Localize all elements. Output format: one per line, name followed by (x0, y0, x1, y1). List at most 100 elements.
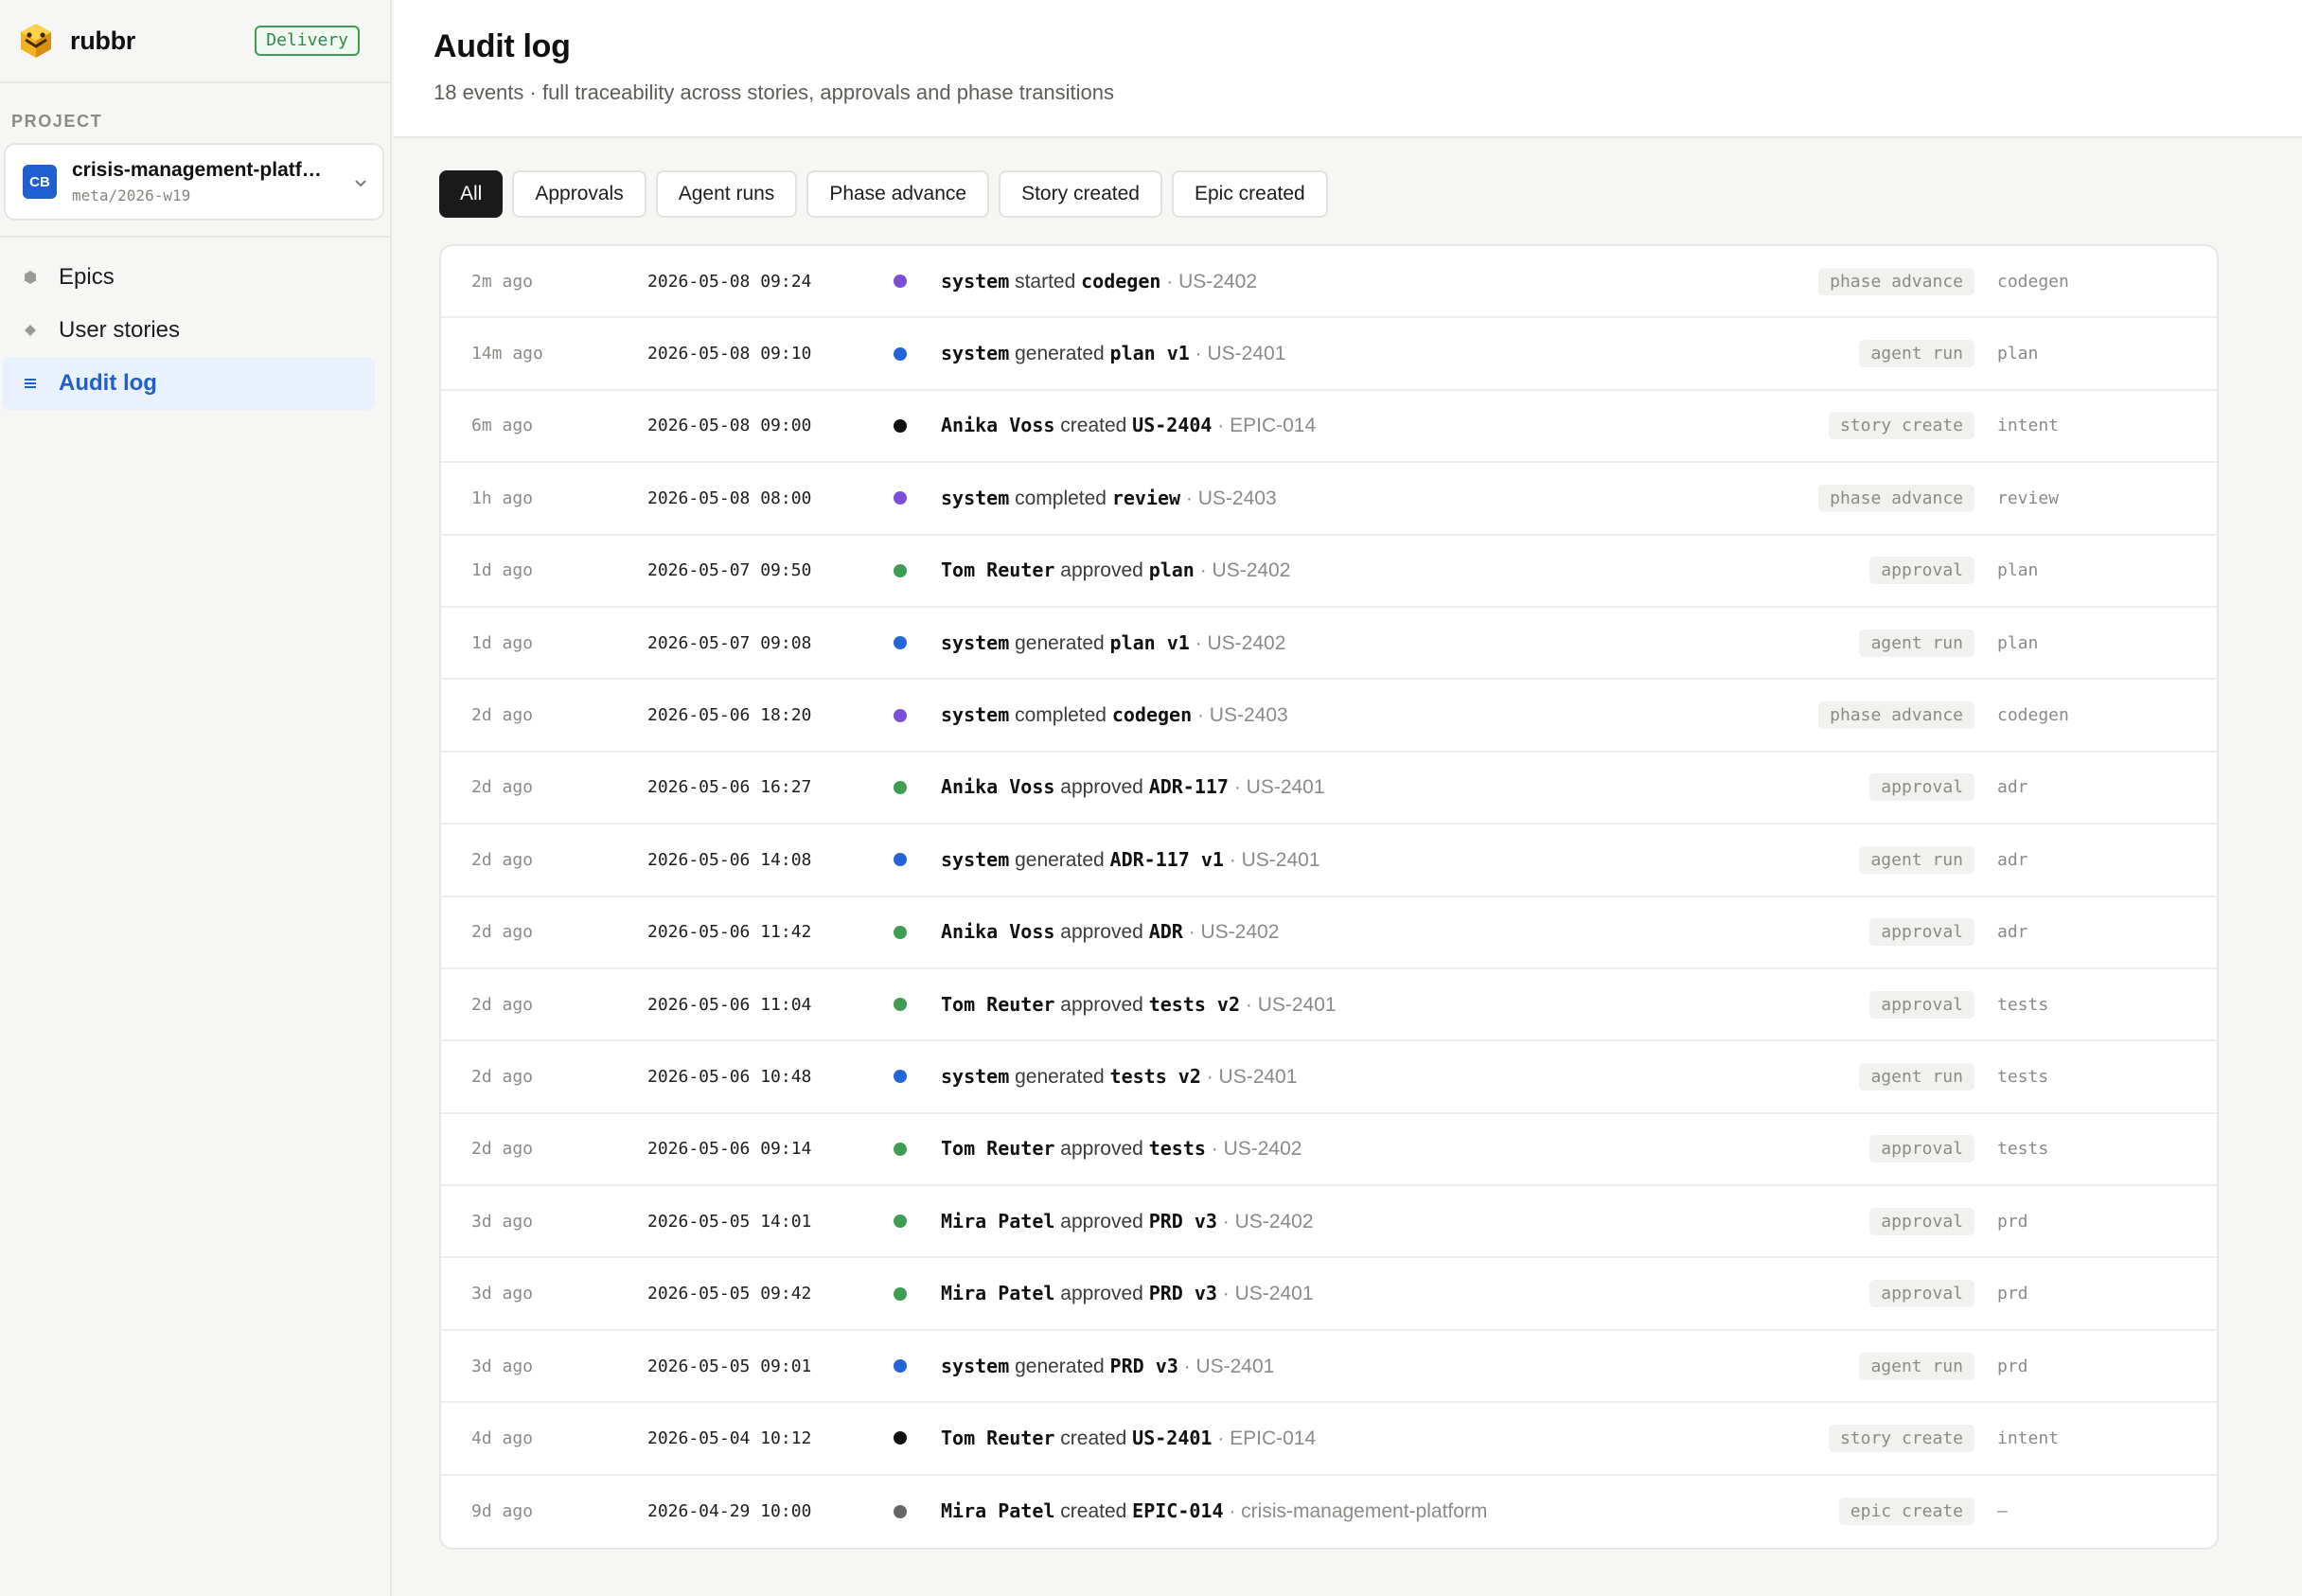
event-separator: · (1189, 631, 1208, 654)
event-object: EPIC-014 (1132, 1499, 1224, 1523)
event-reference[interactable]: US-2402 (1235, 1211, 1314, 1232)
event-reference[interactable]: US-2401 (1219, 1066, 1298, 1088)
filter-approvals[interactable]: Approvals (512, 170, 646, 218)
table-row[interactable]: 3d ago 2026-05-05 09:01 system generated P… (441, 1331, 2217, 1404)
relative-time: 4d ago (471, 1428, 534, 1448)
brand-name: rubbr (70, 26, 135, 55)
event-verb: generated (1015, 1065, 1105, 1088)
event-reference[interactable]: EPIC-014 (1230, 415, 1316, 436)
event-type-tag: approval (1869, 918, 1974, 947)
event-reference[interactable]: US-2402 (1208, 632, 1286, 654)
sidebar-item-epics[interactable]: Epics (2, 251, 375, 304)
event-kind-dot-icon (894, 636, 907, 650)
event-reference[interactable]: US-2402 (1178, 271, 1257, 293)
event-reference[interactable]: US-2401 (1258, 994, 1337, 1016)
event-actor: system (941, 342, 1010, 365)
event-reference[interactable]: US-2403 (1210, 704, 1288, 726)
event-separator: · (1223, 1500, 1242, 1523)
sidebar-nav: Epics User stories Audit log (0, 238, 390, 410)
event-verb: approved (1060, 559, 1143, 582)
event-actor: Tom Reuter (941, 1426, 1055, 1449)
filter-phase-advance[interactable]: Phase advance (806, 170, 990, 218)
table-row[interactable]: 2d ago 2026-05-06 16:27 Anika Voss approve… (441, 753, 2217, 825)
event-object: plan v1 (1109, 342, 1190, 365)
filter-agent-runs[interactable]: Agent runs (655, 170, 798, 218)
event-verb: approved (1060, 776, 1143, 799)
event-reference[interactable]: EPIC-014 (1230, 1428, 1316, 1449)
filter-epic-created[interactable]: Epic created (1172, 170, 1328, 218)
relative-time: 3d ago (471, 1284, 534, 1304)
event-kind-dot-icon (894, 780, 907, 794)
mode-badge: Delivery (255, 26, 360, 56)
rubbr-logo-icon[interactable] (15, 20, 57, 62)
table-row[interactable]: 2d ago 2026-05-06 11:42 Anika Voss approve… (441, 897, 2217, 969)
event-message: Mira Patel approved PRD v3 · US-2402 (941, 1210, 1314, 1233)
project-selector[interactable]: CB crisis-management-platf… meta/2026-w1… (4, 143, 384, 221)
event-reference[interactable]: US-2402 (1224, 1138, 1302, 1160)
table-row[interactable]: 3d ago 2026-05-05 14:01 Mira Patel approve… (441, 1186, 2217, 1259)
event-verb: generated (1015, 631, 1105, 654)
event-object: PRD v3 (1148, 1209, 1217, 1232)
event-object: tests v2 (1109, 1064, 1201, 1088)
event-phase: tests (1997, 1139, 2049, 1160)
table-row[interactable]: 2d ago 2026-05-06 09:14 Tom Reuter approve… (441, 1114, 2217, 1187)
event-message: Tom Reuter created US-2401 · EPIC-014 (941, 1427, 1316, 1450)
event-type-tag: approval (1869, 1207, 1974, 1235)
event-message: Tom Reuter approved plan · US-2402 (941, 559, 1290, 582)
relative-time: 3d ago (471, 1211, 534, 1232)
event-reference[interactable]: US-2401 (1208, 343, 1286, 364)
event-phase: codegen (1997, 271, 2069, 292)
event-phase: prd (1997, 1211, 2028, 1232)
event-verb: created (1060, 415, 1127, 437)
table-row[interactable]: 2d ago 2026-05-06 14:08 system generated A… (441, 825, 2217, 897)
event-type-tag: approval (1869, 557, 1974, 585)
event-reference[interactable]: crisis-management-platform (1241, 1500, 1487, 1522)
timestamp: 2026-05-06 18:20 (647, 705, 812, 726)
event-verb: created (1060, 1500, 1127, 1523)
event-reference[interactable]: US-2401 (1195, 1356, 1274, 1377)
sidebar-item-audit-log[interactable]: Audit log (2, 357, 375, 410)
table-row[interactable]: 2m ago 2026-05-08 09:24 system started cod… (441, 246, 2217, 319)
sidebar-item-user-stories[interactable]: User stories (2, 304, 375, 357)
event-reference[interactable]: US-2403 (1198, 488, 1277, 509)
timestamp: 2026-05-06 10:48 (647, 1066, 812, 1087)
table-row[interactable]: 1d ago 2026-05-07 09:50 Tom Reuter approve… (441, 536, 2217, 608)
event-separator: · (1189, 343, 1208, 365)
event-reference[interactable]: US-2401 (1235, 1283, 1314, 1304)
event-message: system started codegen · US-2402 (941, 270, 1257, 293)
event-type-tag: approval (1869, 1135, 1974, 1163)
table-row[interactable]: 2d ago 2026-05-06 10:48 system generated t… (441, 1041, 2217, 1114)
event-reference[interactable]: US-2401 (1247, 776, 1325, 798)
event-reference[interactable]: US-2402 (1213, 559, 1291, 581)
table-row[interactable]: 9d ago 2026-04-29 10:00 Mira Patel created… (441, 1476, 2217, 1548)
event-actor: Anika Voss (941, 775, 1055, 799)
table-row[interactable]: 2d ago 2026-05-06 18:20 system completed c… (441, 680, 2217, 753)
timestamp: 2026-05-08 08:00 (647, 488, 812, 508)
event-reference[interactable]: US-2401 (1242, 849, 1320, 871)
project-section-label: PROJECT (11, 112, 103, 131)
event-object: review (1111, 486, 1181, 509)
project-avatar: CB (23, 165, 57, 199)
event-object: ADR-117 v1 (1109, 847, 1224, 871)
filter-all[interactable]: All (439, 170, 504, 218)
table-row[interactable]: 14m ago 2026-05-08 09:10 system generated … (441, 318, 2217, 391)
event-kind-dot-icon (894, 346, 907, 361)
table-row[interactable]: 4d ago 2026-05-04 10:12 Tom Reuter created… (441, 1403, 2217, 1476)
diamond-icon (19, 324, 42, 337)
event-object: US-2404 (1132, 414, 1213, 437)
table-row[interactable]: 1d ago 2026-05-07 09:08 system generated p… (441, 608, 2217, 681)
event-type-tag: agent run (1859, 845, 1974, 874)
audit-log-table: 2m ago 2026-05-08 09:24 system started cod… (439, 244, 2219, 1551)
relative-time: 2d ago (471, 1066, 534, 1087)
event-message: system generated ADR-117 v1 · US-2401 (941, 848, 1320, 872)
event-kind-dot-icon (894, 1504, 907, 1518)
event-object: ADR (1148, 920, 1183, 944)
table-row[interactable]: 1h ago 2026-05-08 08:00 system completed r… (441, 463, 2217, 536)
table-row[interactable]: 2d ago 2026-05-06 11:04 Tom Reuter approve… (441, 969, 2217, 1042)
relative-time: 2m ago (471, 271, 534, 292)
table-row[interactable]: 6m ago 2026-05-08 09:00 Anika Voss created… (441, 391, 2217, 464)
table-row[interactable]: 3d ago 2026-05-05 09:42 Mira Patel approve… (441, 1258, 2217, 1331)
filter-story-created[interactable]: Story created (999, 170, 1162, 218)
event-reference[interactable]: US-2402 (1200, 921, 1279, 943)
event-phase: prd (1997, 1356, 2028, 1376)
